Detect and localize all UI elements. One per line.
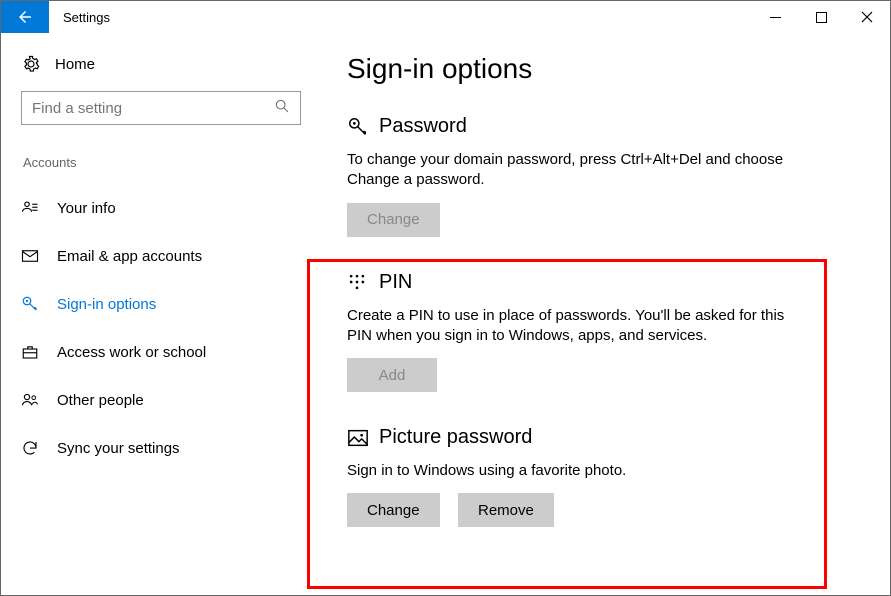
home-label: Home: [55, 56, 95, 73]
people-icon: [21, 391, 43, 409]
sidebar-item-work[interactable]: Access work or school: [21, 328, 301, 376]
sidebar-item-label: Your info: [57, 200, 116, 217]
back-button[interactable]: [1, 1, 49, 33]
window-title: Settings: [49, 10, 752, 25]
pin-pad-icon: [347, 272, 373, 292]
sidebar-item-label: Access work or school: [57, 344, 206, 361]
maximize-button[interactable]: [798, 1, 844, 33]
pin-section: PIN Create a PIN to use in place of pass…: [347, 271, 860, 393]
sidebar-item-label: Other people: [57, 392, 144, 409]
search-icon: [274, 98, 290, 119]
minimize-button[interactable]: [752, 1, 798, 33]
maximize-icon: [816, 12, 827, 23]
sidebar: Home Accounts Your info Email & app acco…: [1, 33, 321, 595]
picture-icon: [347, 427, 373, 449]
briefcase-icon: [21, 343, 43, 361]
picture-description: Sign in to Windows using a favorite phot…: [347, 461, 807, 481]
picture-remove-button[interactable]: Remove: [458, 493, 554, 527]
sidebar-item-label: Sign-in options: [57, 296, 156, 313]
title-bar: Settings: [1, 1, 890, 33]
pin-heading: PIN: [379, 271, 412, 294]
page-title: Sign-in options: [347, 53, 860, 85]
sidebar-item-your-info[interactable]: Your info: [21, 184, 301, 232]
search-box[interactable]: [21, 91, 301, 125]
password-section: Password To change your domain password,…: [347, 115, 860, 237]
key-icon: [347, 116, 373, 138]
person-card-icon: [21, 199, 43, 217]
sidebar-item-email[interactable]: Email & app accounts: [21, 232, 301, 280]
category-heading: Accounts: [21, 155, 301, 170]
back-arrow-icon: [16, 8, 34, 26]
gear-icon: [21, 55, 41, 73]
sidebar-item-label: Sync your settings: [57, 440, 180, 457]
pin-description: Create a PIN to use in place of password…: [347, 306, 807, 347]
minimize-icon: [770, 12, 781, 23]
close-button[interactable]: [844, 1, 890, 33]
search-input[interactable]: [32, 100, 274, 117]
sidebar-item-other-people[interactable]: Other people: [21, 376, 301, 424]
picture-password-section: Picture password Sign in to Windows usin…: [347, 426, 860, 527]
picture-heading: Picture password: [379, 426, 532, 449]
window-controls: [752, 1, 890, 33]
password-change-button[interactable]: Change: [347, 203, 440, 237]
mail-icon: [21, 247, 43, 265]
close-icon: [861, 11, 873, 23]
sidebar-item-signin[interactable]: Sign-in options: [21, 280, 301, 328]
password-description: To change your domain password, press Ct…: [347, 150, 807, 191]
password-heading: Password: [379, 115, 467, 138]
picture-change-button[interactable]: Change: [347, 493, 440, 527]
content-area: Sign-in options Password To change your …: [321, 33, 890, 595]
home-link[interactable]: Home: [21, 47, 301, 91]
key-icon: [21, 295, 43, 313]
sidebar-item-label: Email & app accounts: [57, 248, 202, 265]
pin-add-button[interactable]: Add: [347, 358, 437, 392]
sync-icon: [21, 439, 43, 457]
sidebar-item-sync[interactable]: Sync your settings: [21, 424, 301, 472]
